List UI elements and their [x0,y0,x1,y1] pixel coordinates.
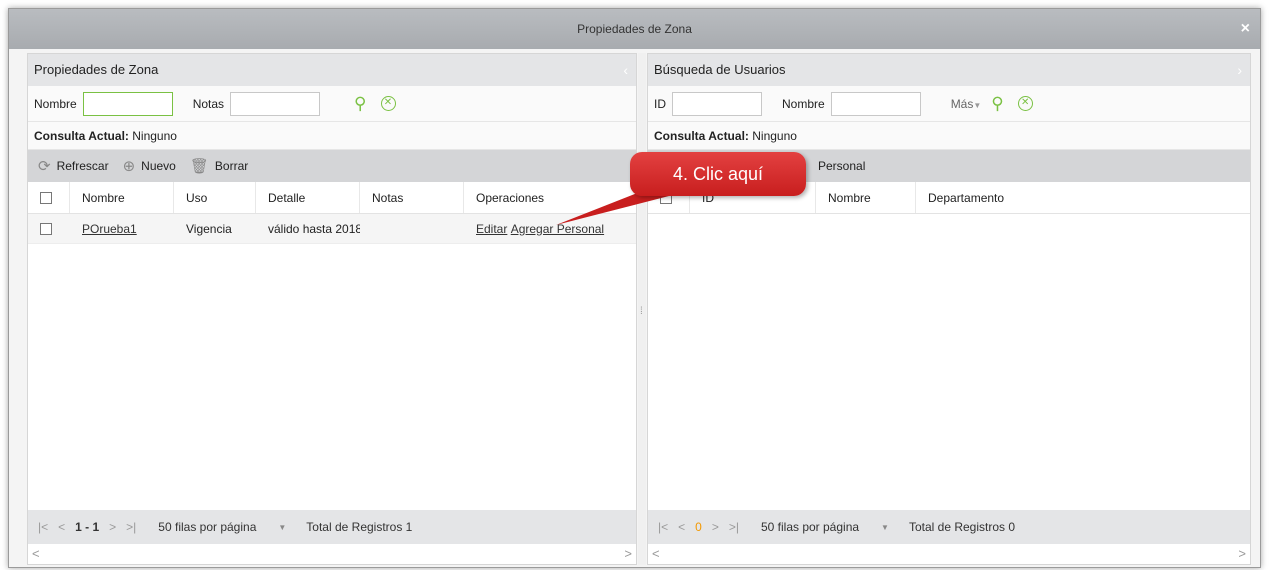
chevron-down-icon: ▼ [973,100,982,110]
last-page-button[interactable]: >| [729,520,739,534]
zone-name-cell: POrueba1 [70,214,174,243]
pagination: |< < 1 - 1 > >| 50 filas por página ▼ To… [28,510,636,544]
splitter-grip-icon[interactable]: ⁞ [640,306,643,317]
id-input[interactable] [672,91,762,116]
pane-header: Propiedades de Zona ‹ [28,54,636,86]
refresh-icon: ⟳ [38,158,51,175]
new-label: Nuevo [141,159,176,173]
last-page-button[interactable]: >| [126,520,136,534]
clear-icon[interactable]: ✕ [380,96,396,111]
dialog-titlebar: Propiedades de Zona × [9,9,1260,49]
column-header[interactable]: Nombre [70,182,174,213]
query-label: Consulta Actual: [654,129,749,143]
pane-splitter[interactable]: ⁞ [638,53,646,565]
notas-label: Notas [192,96,225,111]
next-page-button[interactable]: > [109,520,116,534]
more-filters-button[interactable]: Más▼ [951,97,982,111]
id-label: ID [654,96,666,111]
collapse-left-icon[interactable]: ‹ [623,54,628,86]
rows-per-page-select[interactable]: 50 filas por página [761,520,859,534]
filter-row: ID Nombre Más▼ ⚲ ✕ [648,86,1250,122]
instruction-callout: 4. Clic aquí [630,152,806,196]
column-header[interactable]: Nombre [816,182,916,213]
toolbar: ⟳ Refrescar ⊕ Nuevo 🗑 Borrar [28,150,636,182]
column-header[interactable]: Operaciones [464,182,636,213]
scroll-right-icon[interactable]: > [1238,544,1246,564]
total-records: Total de Registros 0 [908,520,1016,534]
horizontal-scrollbar[interactable]: < > [28,544,636,564]
pane-header: Búsqueda de Usuarios › [648,54,1250,86]
column-header[interactable]: Notas [360,182,464,213]
chevron-down-icon[interactable]: ▼ [278,523,286,532]
search-icon[interactable]: ⚲ [991,94,1003,114]
pane-title: Búsqueda de Usuarios [654,62,786,77]
delete-button[interactable]: 🗑 Borrar [190,157,248,175]
column-header[interactable]: Uso [174,182,256,213]
scroll-right-icon[interactable]: > [624,544,632,564]
rows-per-page-select[interactable]: 50 filas por página [158,520,256,534]
user-search-pane: Búsqueda de Usuarios › ID Nombre Más▼ ⚲ … [647,53,1251,565]
refresh-button[interactable]: ⟳ Refrescar [38,157,109,175]
zone-name-link[interactable]: POrueba1 [82,222,137,236]
operations-cell: Editar Agregar Personal [464,214,636,243]
edit-link[interactable]: Editar [476,222,507,236]
horizontal-scrollbar[interactable]: < > [648,544,1250,564]
refresh-label: Refrescar [56,159,109,173]
row-checkbox[interactable] [40,222,52,235]
delete-label: Borrar [214,159,249,173]
query-value: Ninguno [132,129,177,143]
column-header[interactable]: Departamento [916,182,1250,213]
table-header: Nombre Uso Detalle Notas Operaciones [28,182,636,214]
add-personnel-link[interactable]: Agregar Personal [511,222,604,236]
pane-title: Propiedades de Zona [34,62,159,77]
prev-page-button[interactable]: < [58,520,65,534]
notas-input[interactable] [230,91,321,116]
row-checkbox-cell [28,214,70,243]
trash-icon: 🗑 [189,158,209,175]
search-icon[interactable]: ⚲ [354,94,366,114]
first-page-button[interactable]: |< [38,520,48,534]
chevron-down-icon[interactable]: ▼ [881,523,889,532]
dialog-title: Propiedades de Zona [577,22,692,36]
detalle-cell: válido hasta 2018 [268,221,360,236]
query-label: Consulta Actual: [34,129,129,143]
scroll-left-icon[interactable]: < [32,544,40,564]
page-indicator: 1 - 1 [75,520,100,534]
scroll-left-icon[interactable]: < [652,544,660,564]
total-records: Total de Registros 1 [306,520,413,534]
new-button[interactable]: ⊕ Nuevo [123,157,176,175]
filter-row: Nombre Notas ⚲ ✕ [28,86,636,122]
collapse-right-icon[interactable]: › [1237,54,1242,86]
nombre-input[interactable] [830,91,921,116]
select-all-cell [28,182,70,213]
current-query: Consulta Actual: Ninguno [28,122,636,150]
query-value: Ninguno [752,129,797,143]
close-icon[interactable]: × [1241,9,1250,49]
page-indicator: 0 [695,520,702,534]
nombre-label: Nombre [782,96,825,111]
column-header[interactable]: Detalle [256,182,360,213]
new-icon: ⊕ [122,158,136,175]
table-row: POrueba1 Vigencia válido hasta 2018 Edit… [28,214,636,244]
first-page-button[interactable]: |< [658,520,668,534]
uso-cell: Vigencia [186,221,232,236]
pagination: |< < 0 > >| 50 filas por página ▼ Total … [648,510,1250,544]
notas-cell [360,214,464,243]
next-page-button[interactable]: > [712,520,719,534]
more-label: Más [950,96,974,111]
zone-properties-dialog: Propiedades de Zona × Propiedades de Zon… [8,8,1261,568]
zone-properties-pane: Propiedades de Zona ‹ Nombre Notas ⚲ ✕ C… [27,53,637,565]
clear-icon[interactable]: ✕ [1017,96,1033,111]
nombre-label: Nombre [34,96,77,111]
personal-label: Personal [818,159,866,173]
prev-page-button[interactable]: < [678,520,685,534]
nombre-input[interactable] [82,91,173,116]
current-query: Consulta Actual: Ninguno [648,122,1250,150]
select-all-checkbox[interactable] [40,191,52,204]
